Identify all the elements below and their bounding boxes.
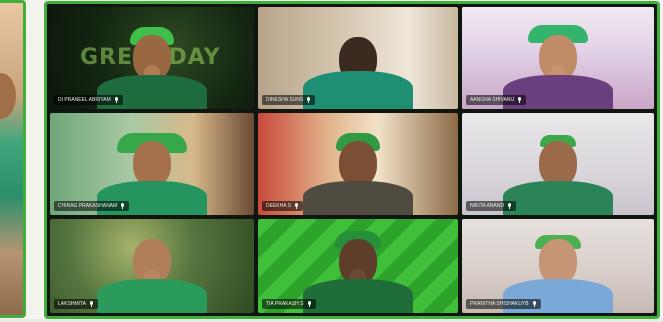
participant-nameplate: PRANITHA SHISHAKUYB bbox=[466, 299, 541, 309]
mic-icon bbox=[517, 97, 522, 103]
participant-video bbox=[303, 221, 413, 313]
mic-icon bbox=[306, 97, 311, 103]
participant-name: DEEKHA S bbox=[266, 203, 292, 209]
participant-nameplate: NIKITA ANAND bbox=[466, 201, 517, 211]
participant-nameplate: AANGNA SHIVANIJ bbox=[466, 95, 527, 105]
participant-nameplate: CHIRAG PRAKASHANAM bbox=[54, 201, 130, 211]
mic-icon bbox=[307, 301, 312, 307]
participant-tile-4[interactable]: CHIRAG PRAKASHANAM bbox=[50, 113, 254, 215]
participant-tile-8[interactable]: TIA PRAKASH S bbox=[258, 219, 458, 313]
participant-tile-5[interactable]: DEEKHA S bbox=[258, 113, 458, 215]
participant-tile-7[interactable]: LAKSHMITA bbox=[50, 219, 254, 313]
participant-name: NIKITA ANAND bbox=[470, 203, 505, 209]
participant-nameplate: DI PRANEEL ABRIYAM bbox=[54, 95, 123, 105]
participant-name: DINESHA SUNS bbox=[266, 97, 304, 103]
participant-face bbox=[0, 73, 16, 119]
mic-icon bbox=[507, 203, 512, 209]
participant-tile-2[interactable]: DINESHA SUNS bbox=[258, 7, 458, 109]
participant-tile-9[interactable]: PRANITHA SHISHAKUYB bbox=[462, 219, 654, 313]
video-grid: GREENDAY DI PRANEEL ABRIYAM DINESHA SUNS bbox=[44, 1, 660, 319]
participant-name: LAKSHMITA bbox=[58, 301, 86, 307]
participant-video bbox=[97, 221, 207, 313]
mic-icon bbox=[114, 97, 119, 103]
participant-name: CHIRAG PRAKASHANAM bbox=[58, 203, 118, 209]
participant-video bbox=[303, 17, 413, 109]
participant-nameplate: TIA PRAKASH S bbox=[262, 299, 316, 309]
mic-icon bbox=[120, 203, 125, 209]
mic-icon bbox=[89, 301, 94, 307]
participant-name: TIA PRAKASH S bbox=[266, 301, 304, 307]
participant-name: DI PRANEEL ABRIYAM bbox=[58, 97, 111, 103]
participant-tile-3[interactable]: AANGNA SHIVANIJ bbox=[462, 7, 654, 109]
participant-nameplate: DEEKHA S bbox=[262, 201, 304, 211]
participant-video bbox=[503, 123, 613, 215]
participant-video bbox=[303, 123, 413, 215]
participant-tile-1[interactable]: GREENDAY DI PRANEEL ABRIYAM bbox=[50, 7, 254, 109]
participant-nameplate: LAKSHMITA bbox=[54, 299, 98, 309]
participant-nameplate: DINESHA SUNS bbox=[262, 95, 316, 105]
participant-name: PRANITHA SHISHAKUYB bbox=[470, 301, 529, 307]
participant-name: AANGNA SHIVANIJ bbox=[470, 97, 515, 103]
mic-icon bbox=[294, 203, 299, 209]
mic-icon bbox=[532, 301, 537, 307]
participant-tile-6[interactable]: NIKITA ANAND bbox=[462, 113, 654, 215]
side-participant-tile[interactable] bbox=[0, 0, 26, 318]
